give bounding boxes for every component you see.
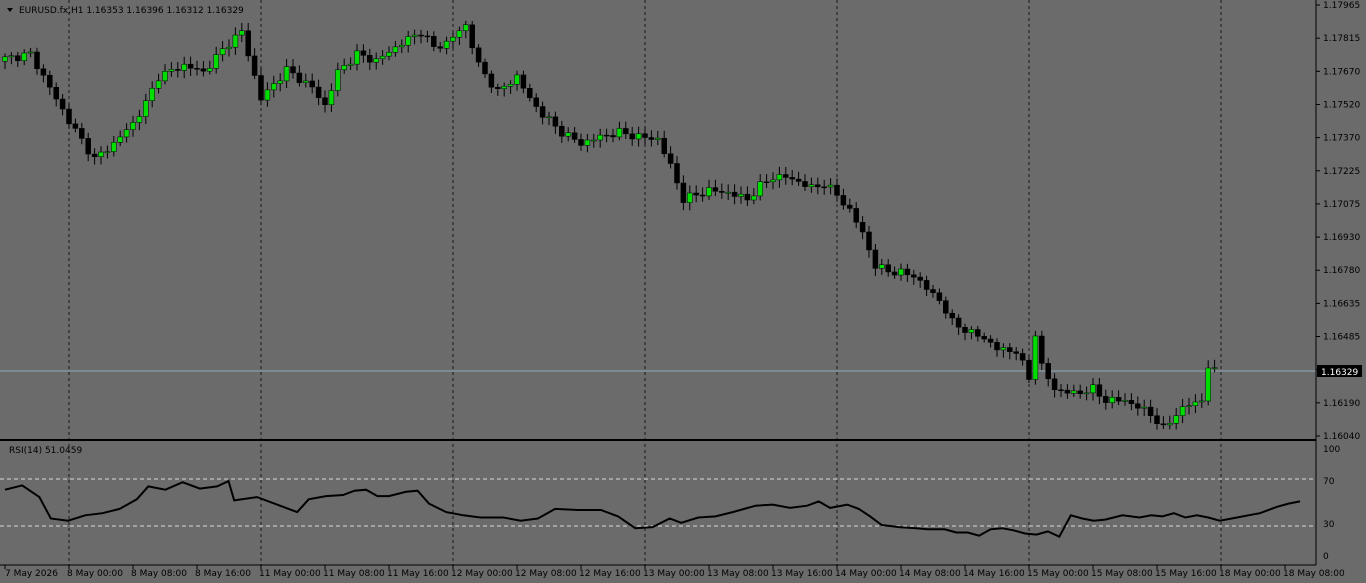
price-tick-label: 1.17815 xyxy=(1323,34,1360,44)
time-tick-label: 14 May 16:00 xyxy=(963,569,1025,579)
time-tick-label: 11 May 16:00 xyxy=(387,569,449,579)
time-tick-label: 7 May 2026 xyxy=(5,569,58,579)
panel-separator xyxy=(0,439,1316,441)
current-price-label: 1.16329 xyxy=(1321,368,1358,378)
price-tick-label: 1.16485 xyxy=(1323,333,1360,343)
time-tick-label: 18 May 00:00 xyxy=(1219,569,1281,579)
current-price-tag: 1.16329 xyxy=(1317,365,1362,378)
time-tick-label: 8 May 00:00 xyxy=(67,569,123,579)
price-tick-label: 1.17225 xyxy=(1323,167,1360,177)
time-tick-label: 12 May 16:00 xyxy=(579,569,641,579)
time-tick-label: 18 May 08:00 xyxy=(1283,569,1345,579)
price-tick-label: 1.16930 xyxy=(1323,233,1360,243)
time-tick-label: 11 May 00:00 xyxy=(259,569,321,579)
time-tick-label: 13 May 16:00 xyxy=(771,569,833,579)
price-tick-label: 1.17370 xyxy=(1323,134,1360,144)
price-tick-label: 1.16780 xyxy=(1323,266,1360,276)
time-tick-label: 13 May 08:00 xyxy=(707,569,769,579)
time-tick-label: 15 May 08:00 xyxy=(1091,569,1153,579)
rsi-tick-label: 70 xyxy=(1323,477,1335,487)
candle xyxy=(1032,330,1039,385)
time-tick-label: 14 May 00:00 xyxy=(835,569,897,579)
time-tick-label: 8 May 16:00 xyxy=(195,569,251,579)
rsi-tick-label: 30 xyxy=(1323,520,1335,530)
rsi-tick-label: 100 xyxy=(1323,445,1340,455)
time-tick-label: 12 May 00:00 xyxy=(451,569,513,579)
time-tick-label: 15 May 00:00 xyxy=(1027,569,1089,579)
price-tick-label: 1.17075 xyxy=(1323,200,1360,210)
price-tick-label: 1.17670 xyxy=(1323,67,1360,77)
rsi-tick-label: 0 xyxy=(1323,552,1329,562)
price-tick-label: 1.16635 xyxy=(1323,299,1360,309)
symbol-header[interactable]: EURUSD.fx,H1 1.16353 1.16396 1.16312 1.1… xyxy=(7,6,244,16)
price-tick-label: 1.17520 xyxy=(1323,100,1360,110)
time-tick-label: 11 May 08:00 xyxy=(323,569,385,579)
time-tick-label: 14 May 08:00 xyxy=(899,569,961,579)
time-tick-label: 15 May 16:00 xyxy=(1155,569,1217,579)
price-tick-label: 1.17965 xyxy=(1323,1,1360,11)
chart-canvas: 1.17965 1.17815 1.17670 1.17520 1.17370 1.172… xyxy=(0,0,1366,583)
price-tick-label: 1.16190 xyxy=(1323,399,1360,409)
price-tick-label: 1.16040 xyxy=(1323,432,1360,442)
chart-background xyxy=(0,0,1366,583)
symbol-info: EURUSD.fx,H1 1.16353 1.16396 1.16312 1.1… xyxy=(19,6,244,16)
time-tick-label: 12 May 08:00 xyxy=(515,569,577,579)
rsi-label: RSI(14) 51.0459 xyxy=(9,446,82,456)
time-tick-label: 8 May 08:00 xyxy=(131,569,187,579)
time-tick-label: 13 May 00:00 xyxy=(643,569,705,579)
